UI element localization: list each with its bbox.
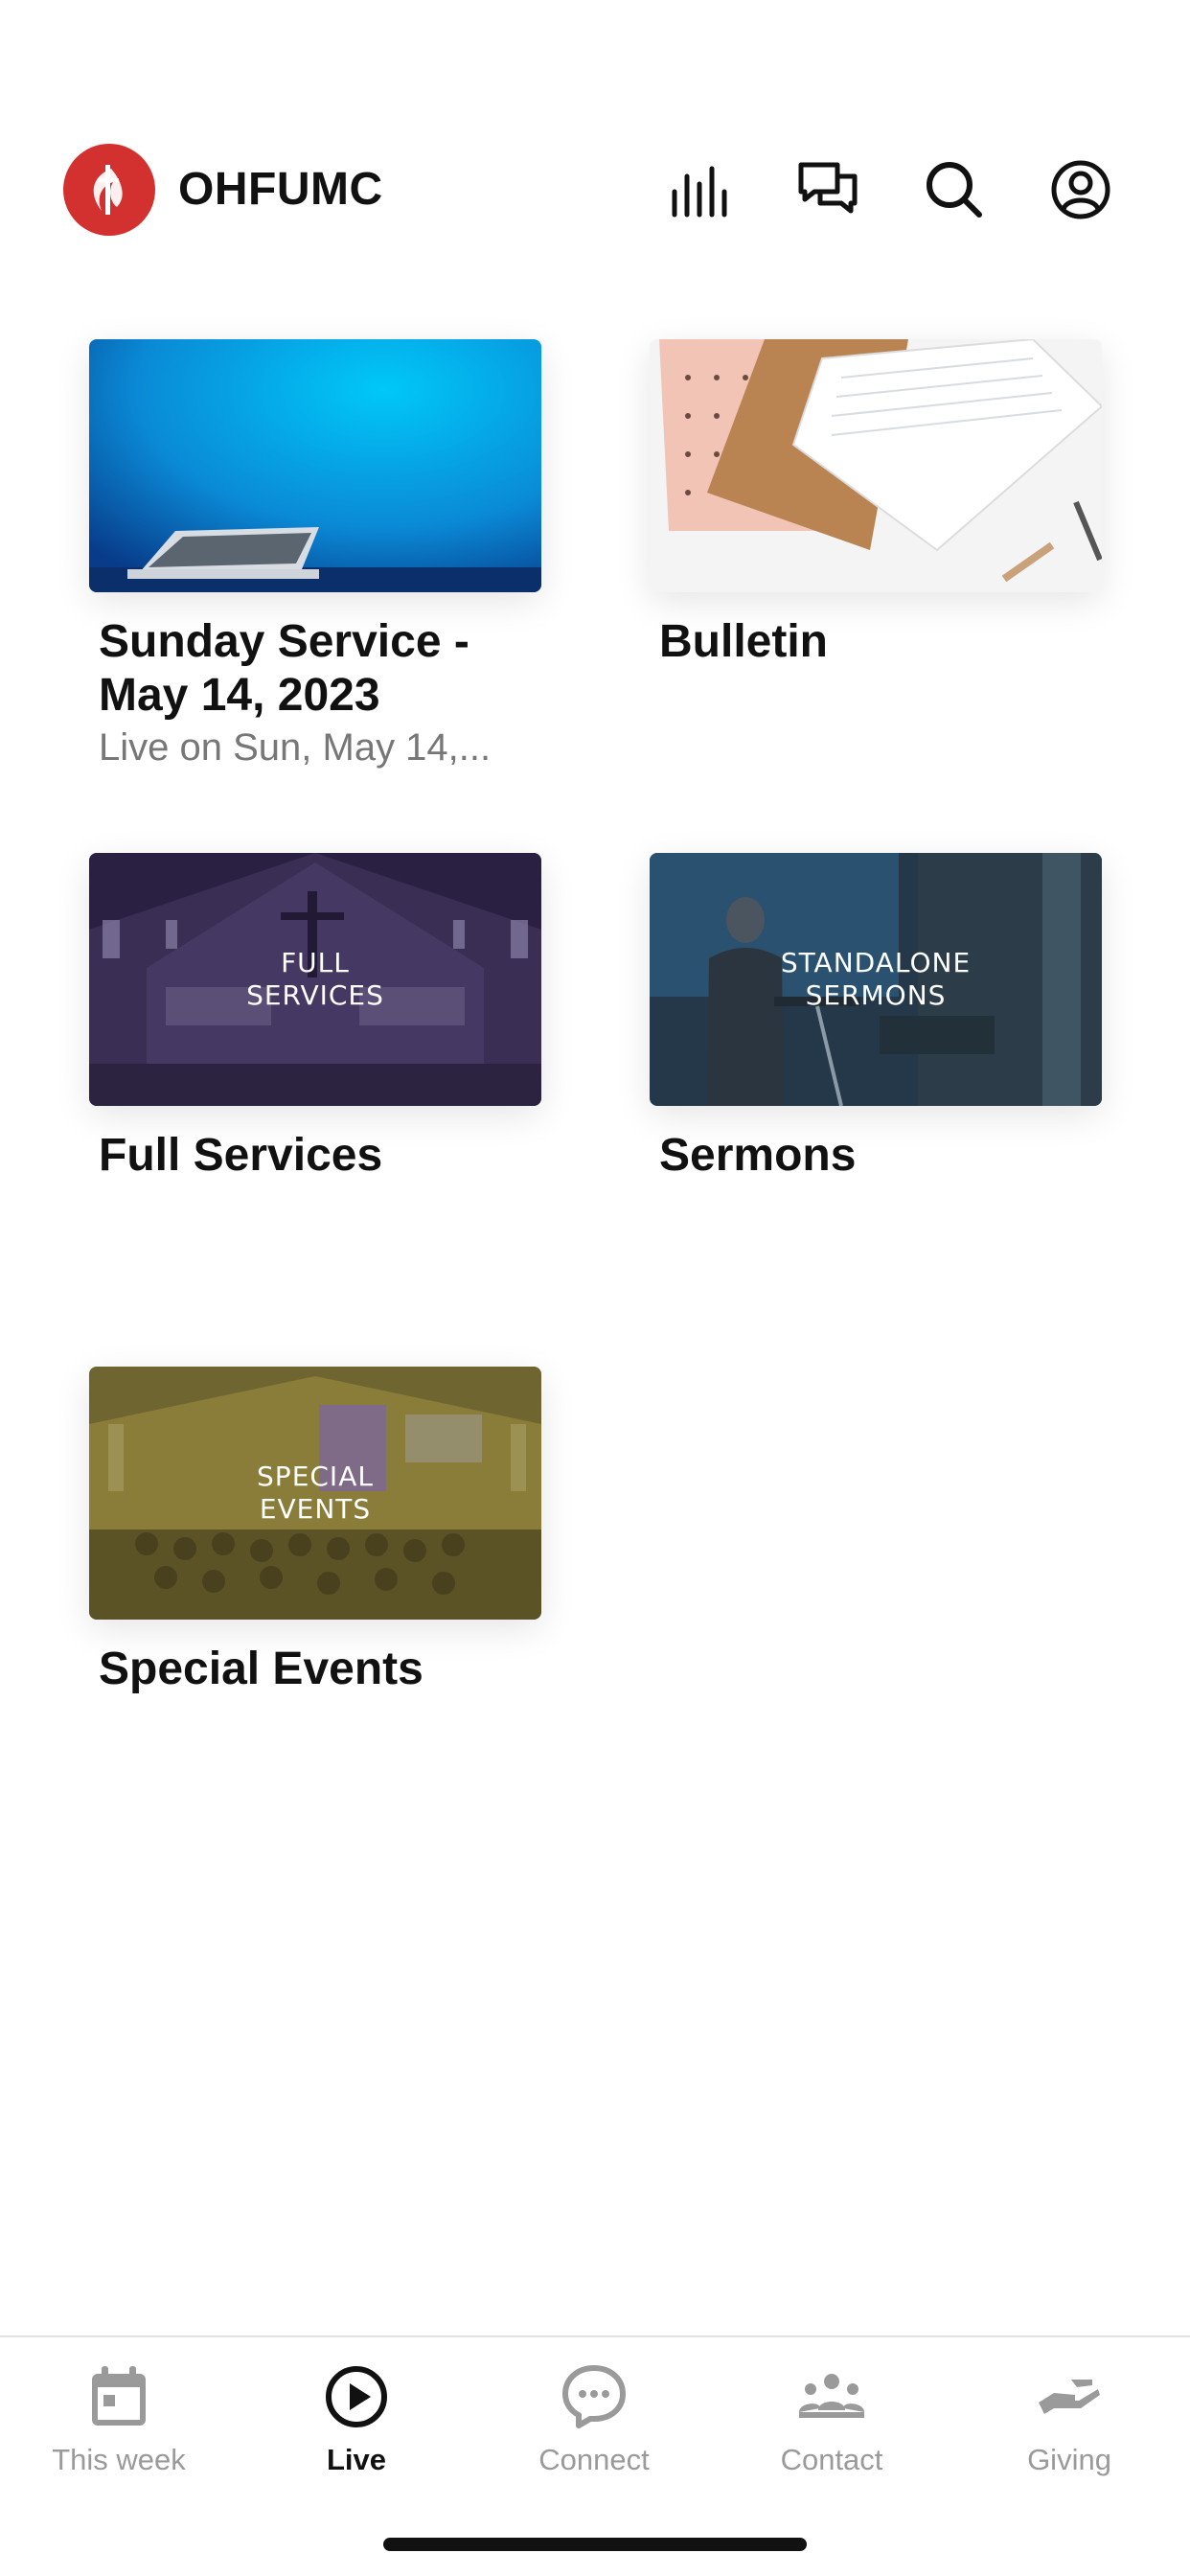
card-title: Sermons bbox=[659, 1130, 857, 1181]
play-circle-icon bbox=[326, 2366, 387, 2427]
card-thumbnail: SPECIAL EVENTS bbox=[89, 1367, 541, 1620]
messages-button[interactable] bbox=[790, 151, 866, 228]
tab-label: Live bbox=[326, 2443, 387, 2476]
equalizer-button[interactable] bbox=[661, 151, 738, 228]
tab-label: This week bbox=[52, 2443, 186, 2476]
thumbnail-overlay-text: SPECIAL EVENTS bbox=[257, 1460, 374, 1525]
app-title: OHFUMC bbox=[178, 164, 383, 215]
card-full-services[interactable]: FULL SERVICES Full Services bbox=[89, 853, 541, 1183]
tab-label: Contact bbox=[780, 2443, 883, 2476]
card-sunday-service[interactable]: Sunday Service - May 14, 2023 Live on Su… bbox=[89, 339, 541, 770]
card-title: Full Services bbox=[99, 1130, 383, 1181]
tab-connect[interactable]: Connect bbox=[475, 2360, 713, 2504]
card-thumbnail bbox=[89, 339, 541, 592]
thumbnail-overlay-text: STANDALONE SERMONS bbox=[780, 947, 972, 1011]
card-title: Bulletin bbox=[659, 616, 828, 667]
equalizer-icon bbox=[672, 166, 727, 218]
card-title: Special Events bbox=[99, 1644, 423, 1694]
card-subtitle: Live on Sun, May 14,... bbox=[99, 726, 492, 769]
search-icon bbox=[927, 162, 982, 218]
card-thumbnail: FULL SERVICES bbox=[89, 853, 541, 1106]
thumbnail-overlay-text: FULL SERVICES bbox=[246, 947, 384, 1011]
giving-hand-icon bbox=[1039, 2380, 1100, 2414]
tab-giving[interactable]: Giving bbox=[950, 2360, 1188, 2504]
app-header: OHFUMC bbox=[0, 134, 1190, 249]
card-special-events[interactable]: SPECIAL EVENTS Special Events bbox=[89, 1367, 541, 1696]
card-title: Sunday Service - May 14, 2023 bbox=[99, 616, 469, 721]
account-icon bbox=[1051, 160, 1110, 219]
account-button[interactable] bbox=[1042, 151, 1119, 228]
church-logo[interactable] bbox=[63, 144, 155, 236]
tab-live[interactable]: Live bbox=[238, 2360, 475, 2504]
chat-bubble-icon bbox=[562, 2365, 626, 2428]
tab-label: Connect bbox=[538, 2443, 650, 2476]
tab-contact[interactable]: Contact bbox=[713, 2360, 950, 2504]
card-bulletin[interactable]: Bulletin bbox=[650, 339, 1102, 669]
calendar-icon bbox=[92, 2366, 146, 2426]
tab-label: Giving bbox=[1027, 2443, 1111, 2476]
home-indicator[interactable] bbox=[383, 2538, 807, 2551]
card-sermons[interactable]: STANDALONE SERMONS Sermons bbox=[650, 853, 1102, 1183]
tab-this-week[interactable]: This week bbox=[0, 2360, 238, 2504]
chat-icon bbox=[798, 162, 858, 214]
card-thumbnail bbox=[650, 339, 1102, 592]
card-thumbnail: STANDALONE SERMONS bbox=[650, 853, 1102, 1106]
live-screen: OHFUMC Sunday Service - May 14, 2023 Liv… bbox=[0, 0, 1190, 2576]
search-button[interactable] bbox=[916, 151, 993, 228]
group-icon bbox=[799, 2374, 864, 2418]
